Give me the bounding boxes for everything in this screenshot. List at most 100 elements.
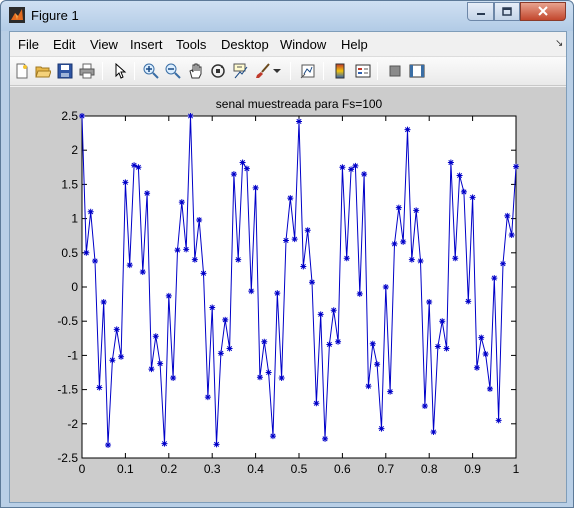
rotate-3d-icon[interactable] [208,61,228,81]
x-tick-label: 0.8 [421,462,438,476]
data-point-marker [265,369,272,376]
data-point-marker [452,255,459,262]
data-point-marker [482,351,489,358]
data-point-marker [174,247,181,254]
dock-arrow-icon[interactable]: ↘ [555,38,563,49]
maximize-button[interactable] [494,2,520,21]
toolbar-separator [290,62,291,80]
hide-plot-tools-icon[interactable] [385,61,405,81]
window-title: Figure 1 [31,8,79,23]
pointer-icon[interactable] [110,61,130,81]
figure-toolbar [10,56,566,86]
x-tick-label: 0.4 [247,462,264,476]
data-point-marker [417,258,424,265]
title-bar[interactable]: Figure 1 [1,1,573,31]
data-point-marker [122,179,129,186]
data-point-marker [382,284,389,290]
data-point-marker [499,260,506,267]
y-tick-label: 1.5 [61,177,78,191]
plot-svg: senal muestreada para Fs=100 0 0.1 0.2 0.3 0… [57,97,519,476]
data-point-marker [100,299,107,306]
toolbar-separator [102,62,103,80]
menu-insert[interactable]: Insert [130,37,163,52]
open-file-icon[interactable] [33,61,53,81]
data-point-marker [187,113,194,119]
data-point-marker [213,441,220,448]
data-point-marker [317,311,324,318]
print-icon[interactable] [77,61,97,81]
brush-dropdown-icon[interactable] [271,61,283,81]
data-point-marker [391,240,398,247]
data-point-marker [105,442,112,449]
brush-icon[interactable] [253,61,273,81]
x-tick-label: 0 [79,462,86,476]
zoom-out-icon[interactable] [163,61,183,81]
data-point-marker [413,207,420,214]
data-point-marker [339,164,346,171]
data-point-marker [196,216,203,223]
data-point-marker [118,353,125,360]
pan-hand-icon[interactable] [186,61,206,81]
y-tick-label: -1 [67,348,78,362]
data-point-marker [460,188,467,195]
data-point-marker [200,270,207,277]
close-icon [538,3,548,21]
data-point-marker [230,171,237,178]
data-point-marker [269,433,276,440]
figure-window: Figure 1 File Edit View Insert Tools Des… [0,0,574,508]
close-button[interactable] [520,2,566,21]
y-tick-label: 0.5 [61,246,78,260]
toolbar-separator [323,62,324,80]
y-tick-label: -0.5 [57,314,78,328]
data-point-marker [144,190,151,197]
data-point-marker [343,255,350,262]
data-point-marker [282,237,289,244]
x-tick-label: 0.2 [160,462,177,476]
zoom-in-icon[interactable] [141,61,161,81]
x-tick-label: 0.3 [204,462,221,476]
x-tick-label: 0.1 [117,462,134,476]
figure-client-area: File Edit View Insert Tools Desktop Wind… [9,31,567,503]
data-point-marker [348,166,355,173]
data-point-marker [274,290,281,297]
colorbar-icon[interactable] [330,61,350,81]
data-point-marker [217,350,224,357]
data-point-marker [430,429,437,436]
y-tick-label: -1.5 [57,383,78,397]
menu-help[interactable]: Help [341,37,368,52]
data-point-marker [400,238,407,245]
data-point-marker [278,374,285,381]
data-cursor-icon[interactable] [230,61,250,81]
data-point-marker [157,360,164,367]
data-point-marker [378,425,385,432]
data-point-marker [248,288,255,295]
menu-desktop[interactable]: Desktop [221,37,269,52]
legend-icon[interactable] [353,61,373,81]
menu-file[interactable]: File [18,37,39,52]
data-point-marker [152,333,159,340]
y-tick-label: -2 [67,417,78,431]
data-point-marker [404,126,411,133]
data-point-marker [508,232,515,239]
data-point-marker [313,400,320,407]
data-point-marker [165,292,172,299]
data-point-marker [235,256,242,263]
menu-window[interactable]: Window [280,37,326,52]
menu-bar: File Edit View Insert Tools Desktop Wind… [10,32,566,56]
data-point-marker [304,227,311,234]
show-plot-tools-icon[interactable] [407,61,427,81]
save-icon[interactable] [55,61,75,81]
menu-tools[interactable]: Tools [176,37,206,52]
data-point-marker [92,258,99,265]
figure-canvas: senal muestreada para Fs=100 0 0.1 0.2 0.3 0… [10,87,566,502]
link-plot-icon[interactable] [298,61,318,81]
menu-edit[interactable]: Edit [53,37,75,52]
matlab-logo-icon [9,7,25,23]
minimize-button[interactable] [467,2,494,21]
data-point-marker [439,318,446,325]
menu-view[interactable]: View [90,37,118,52]
new-figure-icon[interactable] [12,61,32,81]
data-point-marker [96,384,103,391]
data-point-marker [113,326,120,333]
chart-title: senal muestreada para Fs=100 [216,97,383,111]
